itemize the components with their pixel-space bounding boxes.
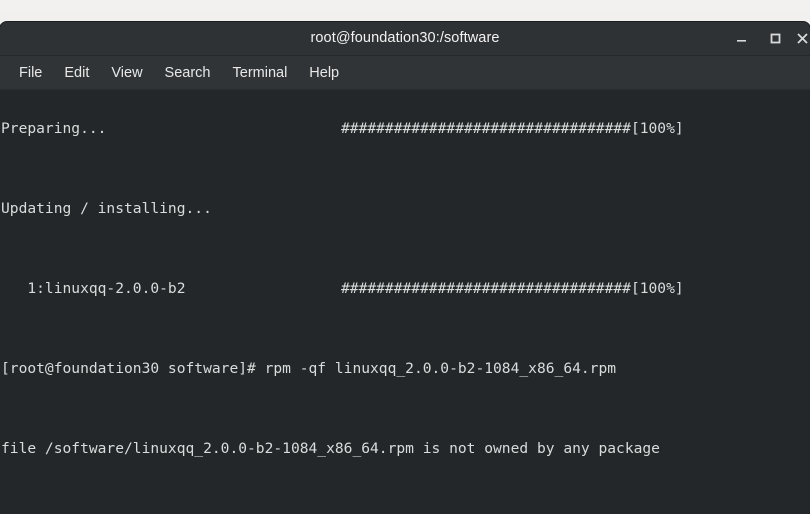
close-icon[interactable] (792, 22, 810, 55)
progress-percent-preparing: [100%] (630, 120, 684, 137)
progress-bar-install: ################################# (341, 280, 631, 297)
window-title: root@foundation30:/software (310, 30, 500, 46)
menu-item-search[interactable]: Search (154, 62, 222, 84)
status-updating-installing: Updating / installing... (1, 200, 212, 217)
command-rpm-query-file: [root@foundation30 software]# rpm -qf li… (1, 360, 617, 377)
terminal-output: [root@foundation30 software]# cd /softwa… (1, 90, 809, 514)
terminal-line: file /software/linuxqq_2.0.0-b2-1084_x86… (1, 439, 809, 459)
terminal-line: 1:linuxqq-2.0.0-b2 ######################… (1, 279, 809, 299)
package-name-linuxqq: 1:linuxqq-2.0.0-b2 (1, 280, 186, 297)
menu-item-help[interactable]: Help (298, 62, 350, 84)
window-titlebar[interactable]: root@foundation30:/software (0, 22, 810, 56)
minimize-icon[interactable] (724, 22, 758, 55)
menu-item-view[interactable]: View (100, 62, 153, 84)
menu-item-edit[interactable]: Edit (53, 62, 100, 84)
progress-percent-install: [100%] (630, 280, 684, 297)
terminal-window: root@foundation30:/software File Edit Vi… (0, 22, 810, 514)
terminal-line: [root@foundation30 software]# rpm -qf li… (1, 359, 809, 379)
menu-bar: File Edit View Search Terminal Help (0, 56, 810, 90)
progress-bar-preparing: ################################# (341, 120, 631, 137)
menu-item-terminal[interactable]: Terminal (222, 62, 299, 84)
maximize-icon[interactable] (758, 22, 792, 55)
menu-item-file[interactable]: File (8, 62, 53, 84)
terminal-line: Updating / installing... (1, 199, 809, 219)
window-controls (724, 22, 810, 55)
status-preparing: Preparing... (1, 120, 107, 137)
terminal-screen[interactable]: [root@foundation30 software]# cd /softwa… (0, 90, 810, 514)
terminal-line: Preparing... ############################… (1, 119, 809, 139)
message-not-owned-by-package: file /software/linuxqq_2.0.0-b2-1084_x86… (1, 440, 660, 457)
